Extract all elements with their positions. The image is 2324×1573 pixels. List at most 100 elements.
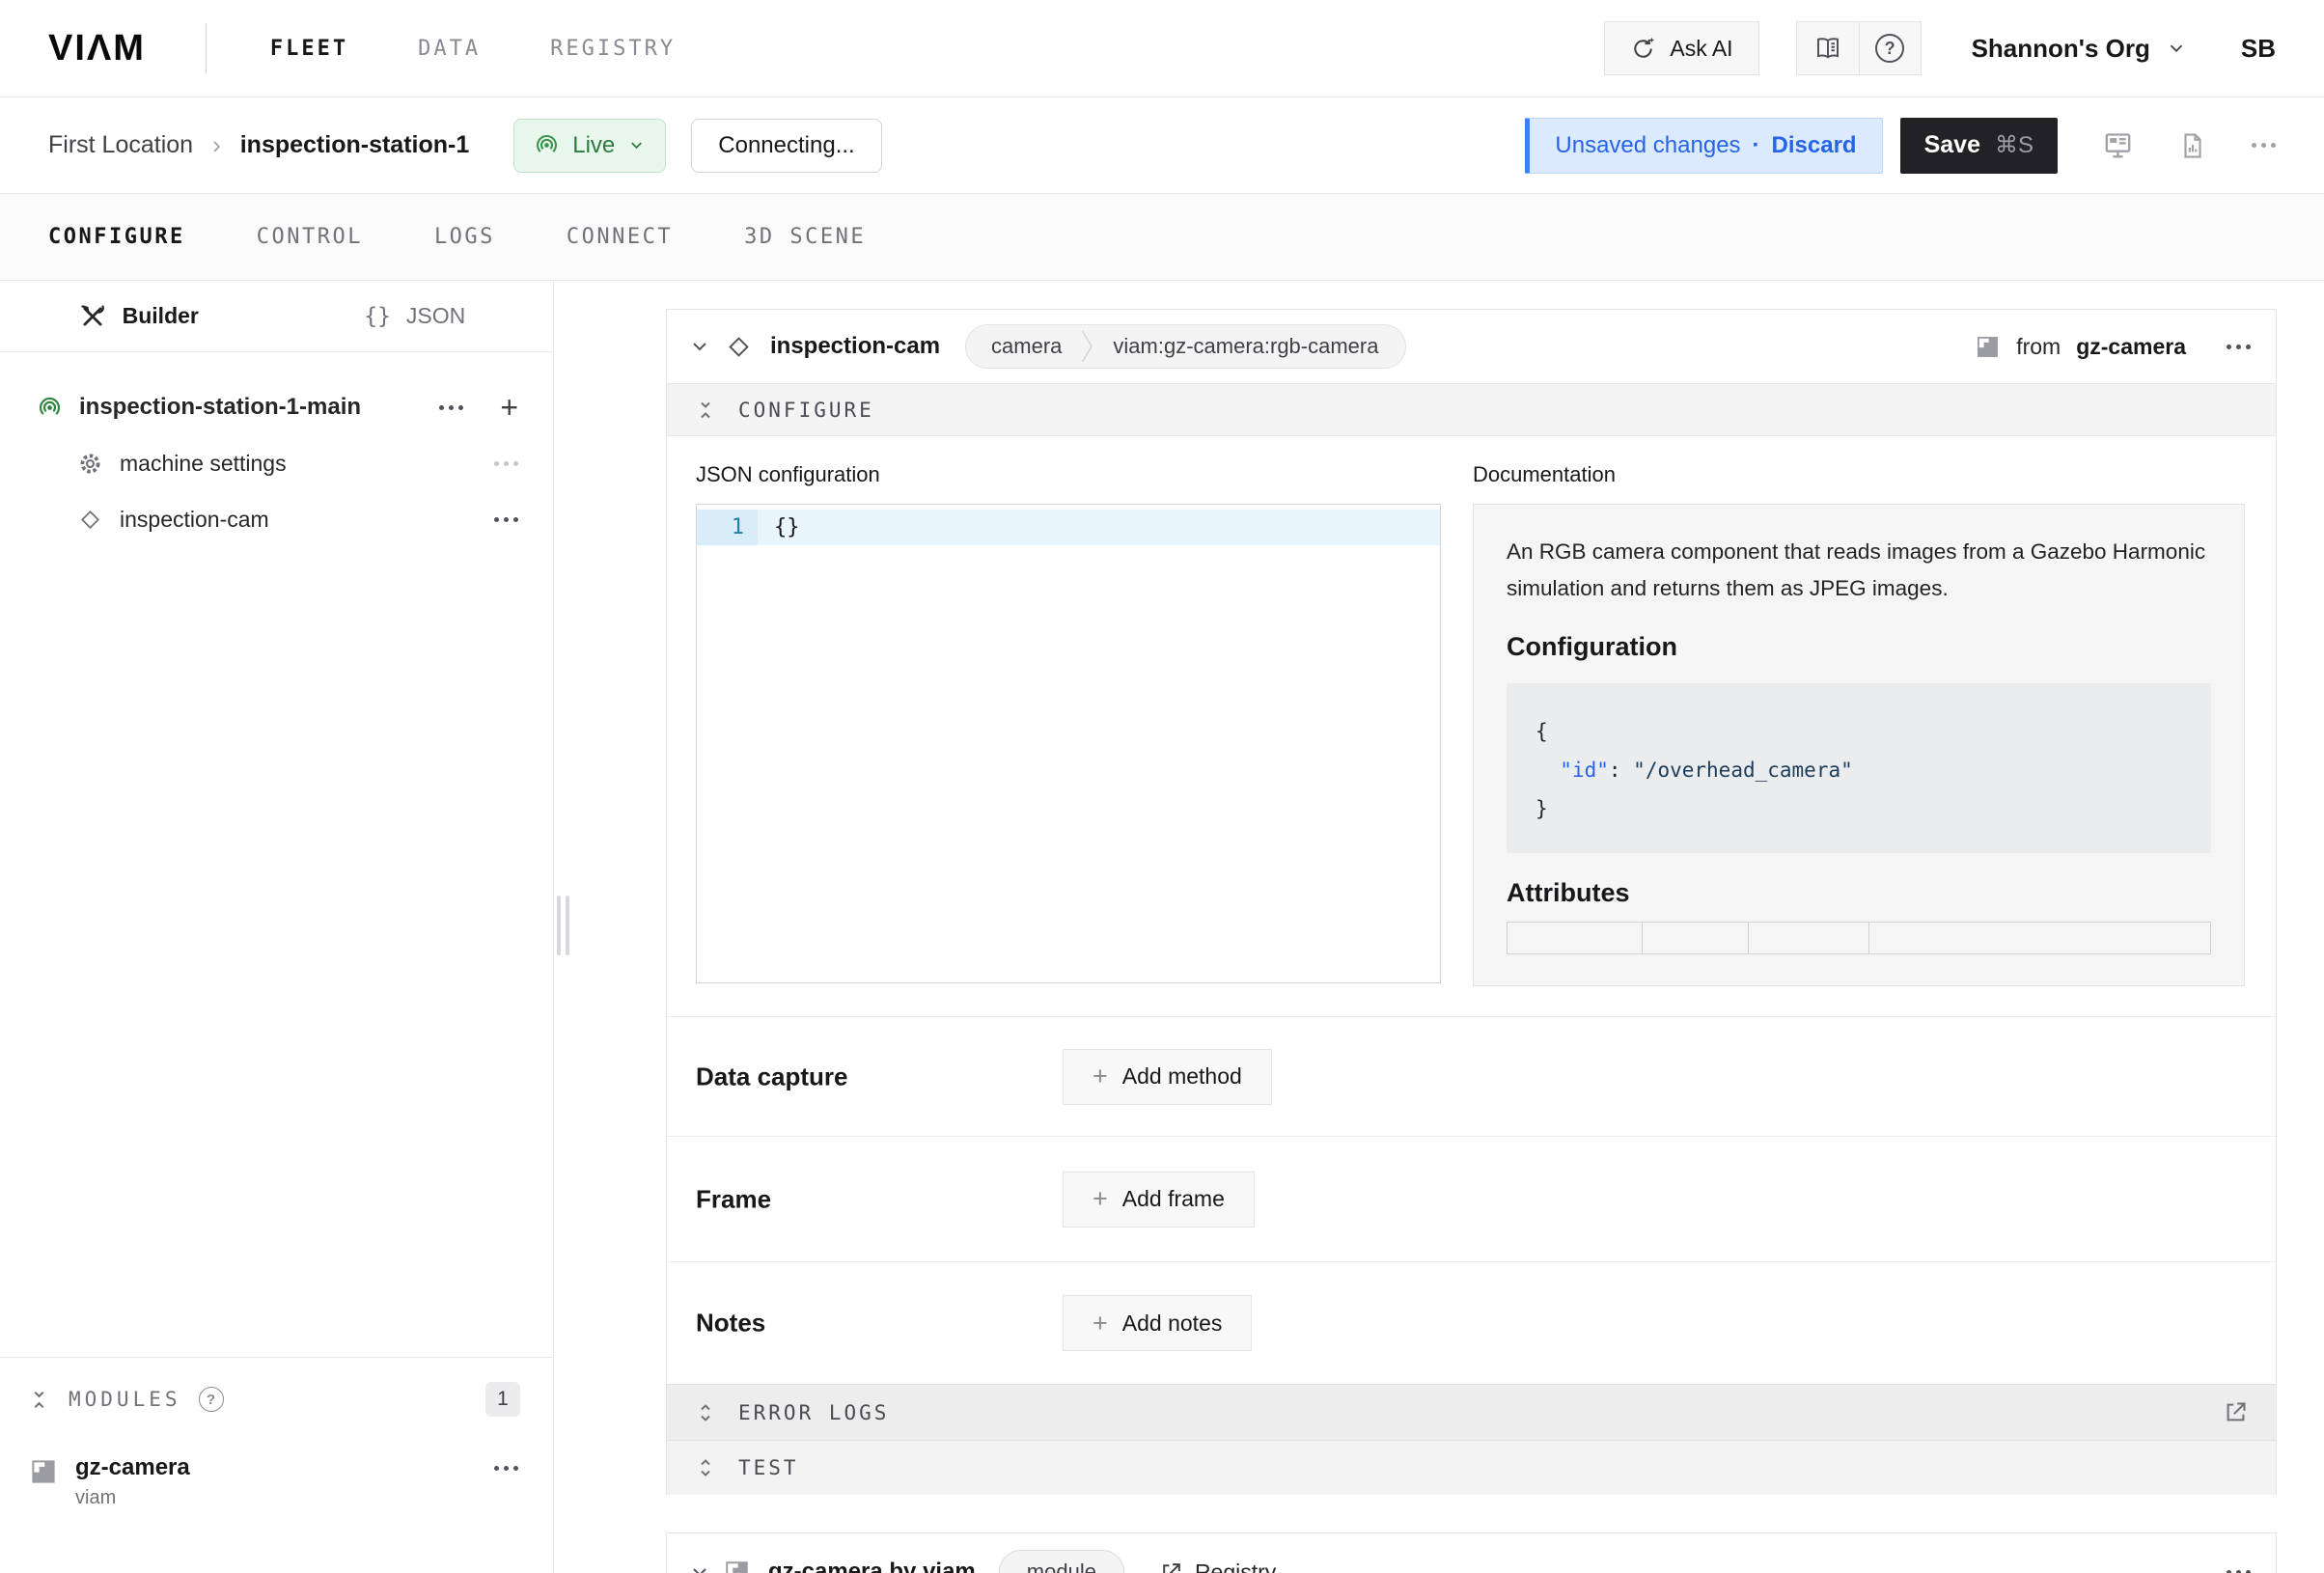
collapse-component-button[interactable] [688,335,711,358]
module-type-badge: module [999,1550,1124,1573]
test-bar-label: TEST [738,1456,799,1479]
module-list-item[interactable]: gz-camera viam [0,1441,553,1509]
notes-section: Notes + Add notes [667,1262,2276,1384]
badge-divider-chevron [1081,324,1093,369]
nav-registry[interactable]: REGISTRY [550,37,676,61]
code-key: "id" [1560,759,1609,782]
tab-control[interactable]: CONTROL [257,225,363,249]
breadcrumb-location[interactable]: First Location [48,131,193,159]
json-label: JSON [406,303,465,329]
machine-report-button[interactable] [2178,131,2207,160]
add-component-button[interactable]: + [500,392,518,423]
test-bar[interactable]: TEST [667,1440,2276,1495]
viam-logo[interactable]: VIΛM [48,28,146,69]
nav-fleet[interactable]: FLEET [270,37,348,61]
gear-icon [77,451,103,477]
machine-more-options-button[interactable] [2252,143,2276,148]
org-switcher[interactable]: Shannon's Org [1972,34,2187,64]
documentation-panel[interactable]: An RGB camera component that reads image… [1473,504,2245,986]
tree-item-main-part[interactable]: inspection-station-1-main + [0,379,553,435]
doc-description: An RGB camera component that reads image… [1507,534,2211,607]
tab-3d-scene[interactable]: 3D SCENE [744,225,866,249]
tree-item-machine-settings[interactable]: machine settings [0,435,553,491]
modules-section: MODULES ? 1 gz-camera viam [0,1357,553,1573]
modules-header: MODULES ? 1 [0,1358,553,1441]
component-model: viam:gz-camera:rgb-camera [1093,334,1405,359]
help-icon: ? [1875,34,1904,63]
add-notes-button[interactable]: + Add notes [1063,1295,1252,1351]
braces-icon: {} [364,304,391,329]
add-frame-button[interactable]: + Add frame [1063,1172,1255,1228]
registry-link[interactable]: Registry [1159,1559,1276,1573]
tools-icon [78,302,107,331]
component-header-right: from gz-camera [1975,334,2251,360]
live-status-dropdown[interactable]: Live [513,119,666,173]
builder-mode-tab[interactable]: Builder [0,281,277,351]
configure-bar-label: CONFIGURE [738,399,874,422]
doc-configuration-heading: Configuration [1507,632,2211,662]
docs-button[interactable] [1797,22,1859,74]
view-mode-toggle: Builder {} JSON [0,281,553,352]
from-label: from [2016,334,2061,360]
user-avatar[interactable]: SB [2241,34,2276,64]
collapse-icon [694,399,717,422]
tab-configure[interactable]: CONFIGURE [48,225,185,249]
save-button[interactable]: Save ⌘S [1900,118,2058,174]
module-icon [723,1559,751,1573]
modules-help-icon[interactable]: ? [199,1387,224,1412]
modules-title: MODULES [69,1388,181,1411]
live-label: Live [572,132,615,159]
module-card-more-button[interactable] [2227,1570,2251,1573]
configure-section-content: JSON configuration 1 {} Documentation An… [667,436,2276,1017]
doc-attributes-heading: Attributes [1507,878,2211,908]
code-value: "/overhead_camera" [1633,759,1853,782]
configure-body: Builder {} JSON inspection [0,281,2324,1573]
viam-app: VIΛM FLEET DATA REGISTRY Ask AI [0,0,2324,1573]
documentation-label: Documentation [1473,462,2245,487]
sidebar-resize-handle[interactable] [557,896,569,955]
help-button[interactable]: ? [1859,22,1921,74]
help-icon-group: ? [1796,21,1922,75]
tab-connect[interactable]: CONNECT [567,225,673,249]
component-name: inspection-cam [770,333,940,360]
top-nav: VIΛM FLEET DATA REGISTRY Ask AI [0,0,2324,97]
editor-line: 1 {} [697,510,1440,545]
main-part-more-button[interactable] [439,405,463,410]
external-link-icon [2223,1399,2249,1425]
discard-link[interactable]: Discard [1772,132,1857,159]
machine-bar: First Location › inspection-station-1 Li… [0,97,2324,194]
expand-icon [694,1401,717,1424]
connecting-button[interactable]: Connecting... [691,119,881,173]
json-config-editor[interactable]: 1 {} [696,504,1441,983]
tab-logs[interactable]: LOGS [434,225,495,249]
inspection-cam-more-button[interactable] [494,517,518,522]
ask-ai-button[interactable]: Ask AI [1604,21,1758,75]
error-logs-bar[interactable]: ERROR LOGS [667,1384,2276,1440]
config-sidebar: Builder {} JSON inspection [0,281,554,1573]
collapse-module-button[interactable] [688,1560,711,1573]
machine-page-button[interactable] [2102,129,2134,161]
nav-data[interactable]: DATA [418,37,481,61]
frame-section: Frame + Add frame [667,1137,2276,1262]
error-logs-label: ERROR LOGS [738,1401,889,1424]
org-name: Shannon's Org [1972,34,2150,64]
module-card-title: gz-camera by viam [768,1559,976,1573]
machine-tab-bar: CONFIGURE CONTROL LOGS CONNECT 3D SCENE [0,194,2324,281]
plus-icon: + [1093,1063,1108,1090]
add-method-button[interactable]: + Add method [1063,1049,1272,1105]
topnav-right: Ask AI ? Shannon's Org [1604,21,2276,75]
json-mode-tab[interactable]: {} JSON [277,281,554,351]
modules-count-badge: 1 [485,1382,520,1417]
dot-separator: · [1753,132,1760,159]
configure-section-bar[interactable]: CONFIGURE [667,383,2276,436]
module-more-button[interactable] [494,1466,518,1471]
open-logs-external-button[interactable] [2223,1399,2249,1425]
diamond-icon [725,333,753,361]
tree-item-inspection-cam[interactable]: inspection-cam [0,491,553,547]
broadcast-icon [534,132,560,158]
from-module-name[interactable]: gz-camera [2076,334,2186,360]
collapse-icon[interactable] [27,1388,51,1412]
ai-sparkle-refresh-icon [1630,36,1656,62]
machine-settings-more-button[interactable] [494,461,518,466]
component-more-button[interactable] [2227,345,2251,349]
